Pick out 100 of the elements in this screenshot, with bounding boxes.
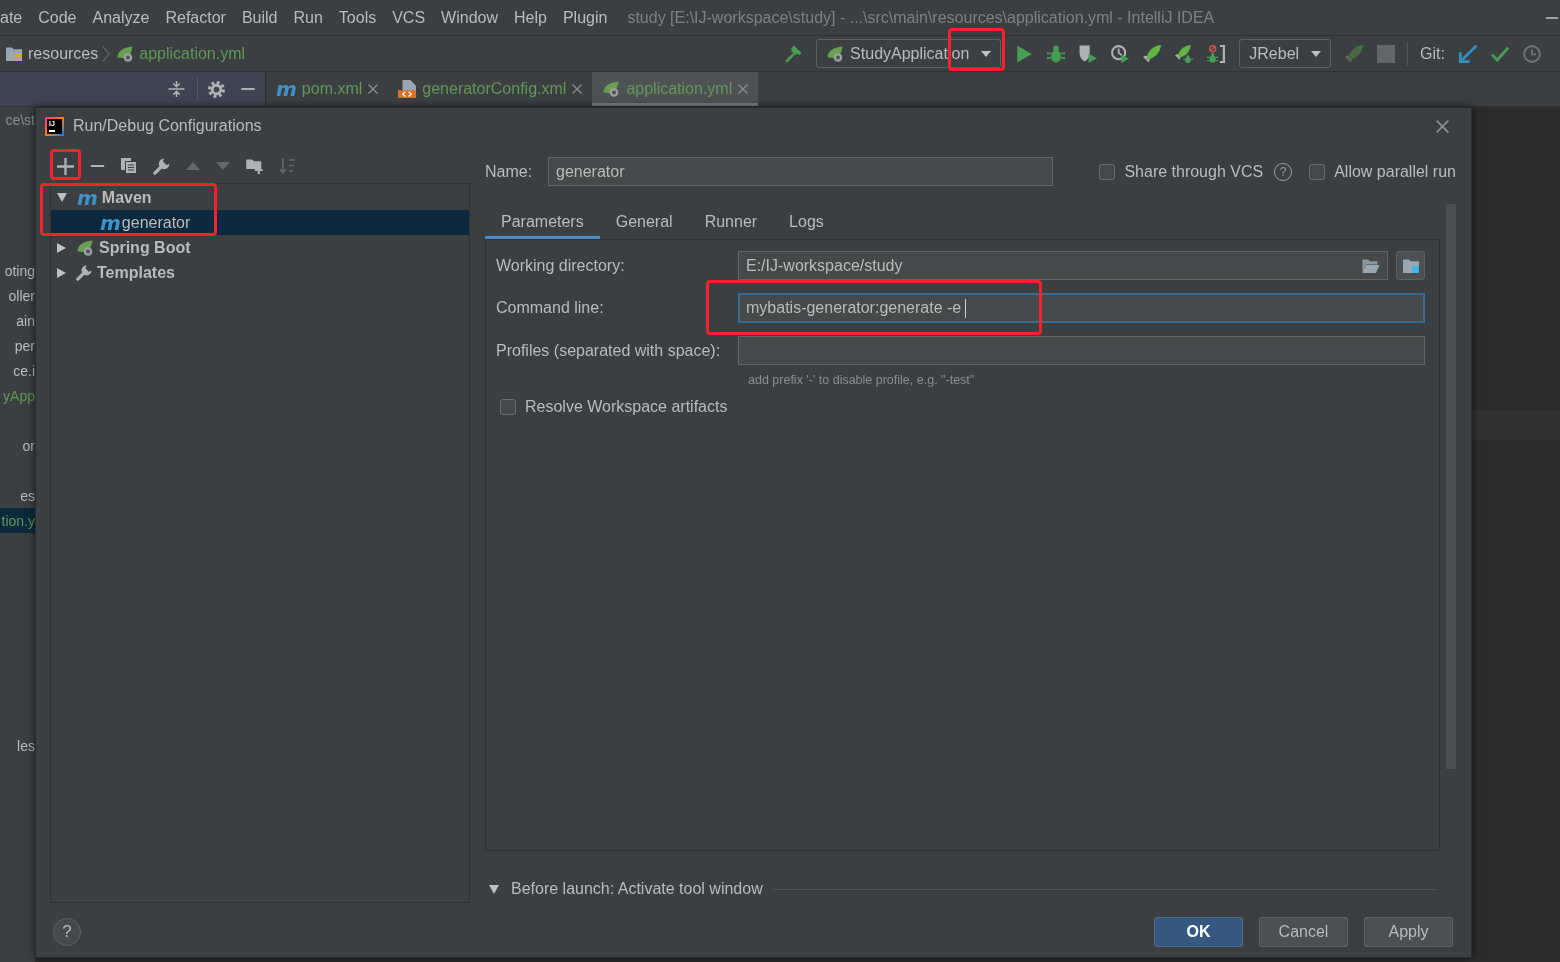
section-title[interactable]: Before launch: Activate tool window [511, 880, 763, 898]
shield-play-icon[interactable] [1079, 44, 1098, 63]
menu-item[interactable]: Refactor [165, 7, 226, 28]
tree-item[interactable]: m Maven [51, 185, 469, 210]
maven-icon: m [100, 214, 120, 231]
field-label: Command line: [496, 299, 605, 317]
field-label: Working directory: [496, 256, 626, 275]
caret-icon [981, 50, 992, 57]
checkbox-label[interactable]: Resolve Workspace artifacts [525, 398, 728, 416]
leaf-gear-icon [116, 45, 135, 62]
close-icon[interactable] [572, 84, 583, 94]
arrow-icon[interactable] [1459, 44, 1477, 63]
project-tree-item[interactable]: yApp [0, 383, 35, 408]
window-title: study [E:\IJ-workspace\study] - ...\src\main\resources\application.yml - IntelliJ IDEA [627, 8, 1215, 27]
leaf-gear-icon [826, 45, 845, 62]
clock-icon[interactable] [1523, 44, 1541, 63]
dialog-button[interactable]: OK [1154, 916, 1243, 947]
tab[interactable]: Runner [688, 204, 774, 239]
name-label: Name: [485, 162, 534, 181]
name-field[interactable]: generator [548, 157, 1053, 186]
breadcrumb[interactable]: resources [5, 44, 99, 63]
leaf-gear-icon [76, 239, 94, 256]
project-tree-item[interactable]: ce.i [0, 358, 35, 383]
folder-icon [1401, 257, 1420, 274]
tab[interactable]: Parameters [485, 204, 600, 239]
menu-item[interactable]: ate [0, 7, 23, 28]
checkbox-label[interactable]: Allow parallel run [1334, 162, 1456, 181]
project-tree-item[interactable]: tion.y [0, 508, 35, 533]
project-tree-item[interactable]: or [0, 433, 35, 458]
file-code-icon [398, 80, 417, 98]
text-field[interactable] [738, 336, 1425, 365]
leaf-bug-icon[interactable] [1175, 44, 1194, 63]
wrench-icon [76, 264, 92, 281]
checkbox[interactable] [1099, 163, 1116, 180]
tree-item[interactable]: Spring Boot [51, 235, 469, 260]
folder-plus-icon[interactable] [246, 158, 263, 174]
dialog-button[interactable]: Apply [1364, 916, 1453, 947]
run-config-dropdown[interactable]: JRebel [1239, 39, 1332, 68]
menu-item[interactable]: Analyze [92, 7, 150, 28]
field-label: Profiles (separated with space): [496, 341, 722, 360]
maven-icon: m [276, 81, 296, 97]
triangle-right-icon[interactable] [57, 242, 66, 253]
project-tree-item[interactable]: oller [0, 283, 35, 308]
leaf-icon[interactable] [1143, 44, 1162, 63]
checkbox[interactable] [1309, 163, 1326, 180]
menu-item[interactable]: Build [241, 7, 278, 28]
project-tree-item[interactable]: les [0, 733, 35, 758]
minus-icon[interactable] [90, 165, 105, 167]
project-path-text: ce\st [4, 111, 35, 130]
hammer-icon[interactable] [784, 44, 803, 63]
minus-icon[interactable] [240, 88, 256, 90]
dialog-title: Run/Debug Configurations [73, 117, 262, 135]
checkbox-label[interactable]: Share through VCS [1124, 162, 1264, 181]
leaf-gear-icon [602, 81, 621, 97]
menu-item[interactable]: Plugin [562, 7, 608, 28]
help-button[interactable]: ? [53, 917, 81, 946]
dialog-button[interactable]: Cancel [1259, 916, 1348, 947]
gear-icon[interactable] [208, 80, 225, 98]
caret-icon [1311, 50, 1322, 57]
text-field[interactable]: E:/IJ-workspace/study [738, 251, 1388, 280]
close-icon[interactable] [368, 84, 379, 94]
menu-item[interactable]: VCS [392, 7, 426, 28]
checkbox[interactable] [500, 399, 516, 415]
clock-play-icon[interactable] [1111, 44, 1130, 63]
menu-item[interactable]: Tools [338, 7, 377, 28]
chevron-icon [102, 45, 111, 62]
triangle-right-icon[interactable] [57, 267, 66, 278]
triangle-down-icon[interactable] [57, 193, 67, 202]
plus-icon[interactable] [57, 157, 74, 175]
breadcrumb[interactable]: application.yml [116, 44, 246, 63]
hint-text: add prefix '-' to disable profile, e.g. "-test" [748, 373, 976, 387]
minimize-icon[interactable] [1546, 16, 1558, 19]
maven-icon: m [77, 189, 97, 206]
close-icon[interactable] [1436, 119, 1449, 133]
tab[interactable]: Logs [773, 204, 840, 239]
project-tree-item[interactable]: per [0, 333, 35, 358]
bug-bracket-icon[interactable] [1207, 44, 1226, 63]
copy-icon[interactable] [121, 158, 137, 174]
collapse-icon[interactable] [168, 81, 185, 97]
project-tree-item[interactable]: oting [0, 258, 35, 283]
project-tree-item[interactable]: es [0, 483, 35, 508]
text-cursor [965, 298, 967, 318]
project-tree-item[interactable]: ain [0, 308, 35, 333]
tree-item[interactable]: Templates [51, 260, 469, 285]
menu-item[interactable]: Run [293, 7, 323, 28]
menu-item[interactable]: Code [38, 7, 77, 28]
close-icon[interactable] [738, 84, 749, 94]
browse-button[interactable] [1396, 251, 1425, 280]
folder-icon[interactable] [1362, 258, 1380, 273]
editor-tab[interactable]: m pom.xml [266, 72, 389, 106]
check-icon[interactable] [1491, 44, 1509, 63]
bug-icon[interactable] [1047, 44, 1066, 63]
menu-item[interactable]: Window [441, 7, 498, 28]
folder-icon [5, 45, 23, 62]
wrench-icon[interactable] [153, 157, 170, 175]
editor-tab[interactable]: generatorConfig.xml [388, 72, 593, 106]
play-icon[interactable] [1015, 44, 1034, 63]
triangle-down-icon[interactable] [489, 884, 499, 894]
menu-item[interactable]: Help [514, 7, 547, 28]
tab[interactable]: General [599, 204, 689, 239]
